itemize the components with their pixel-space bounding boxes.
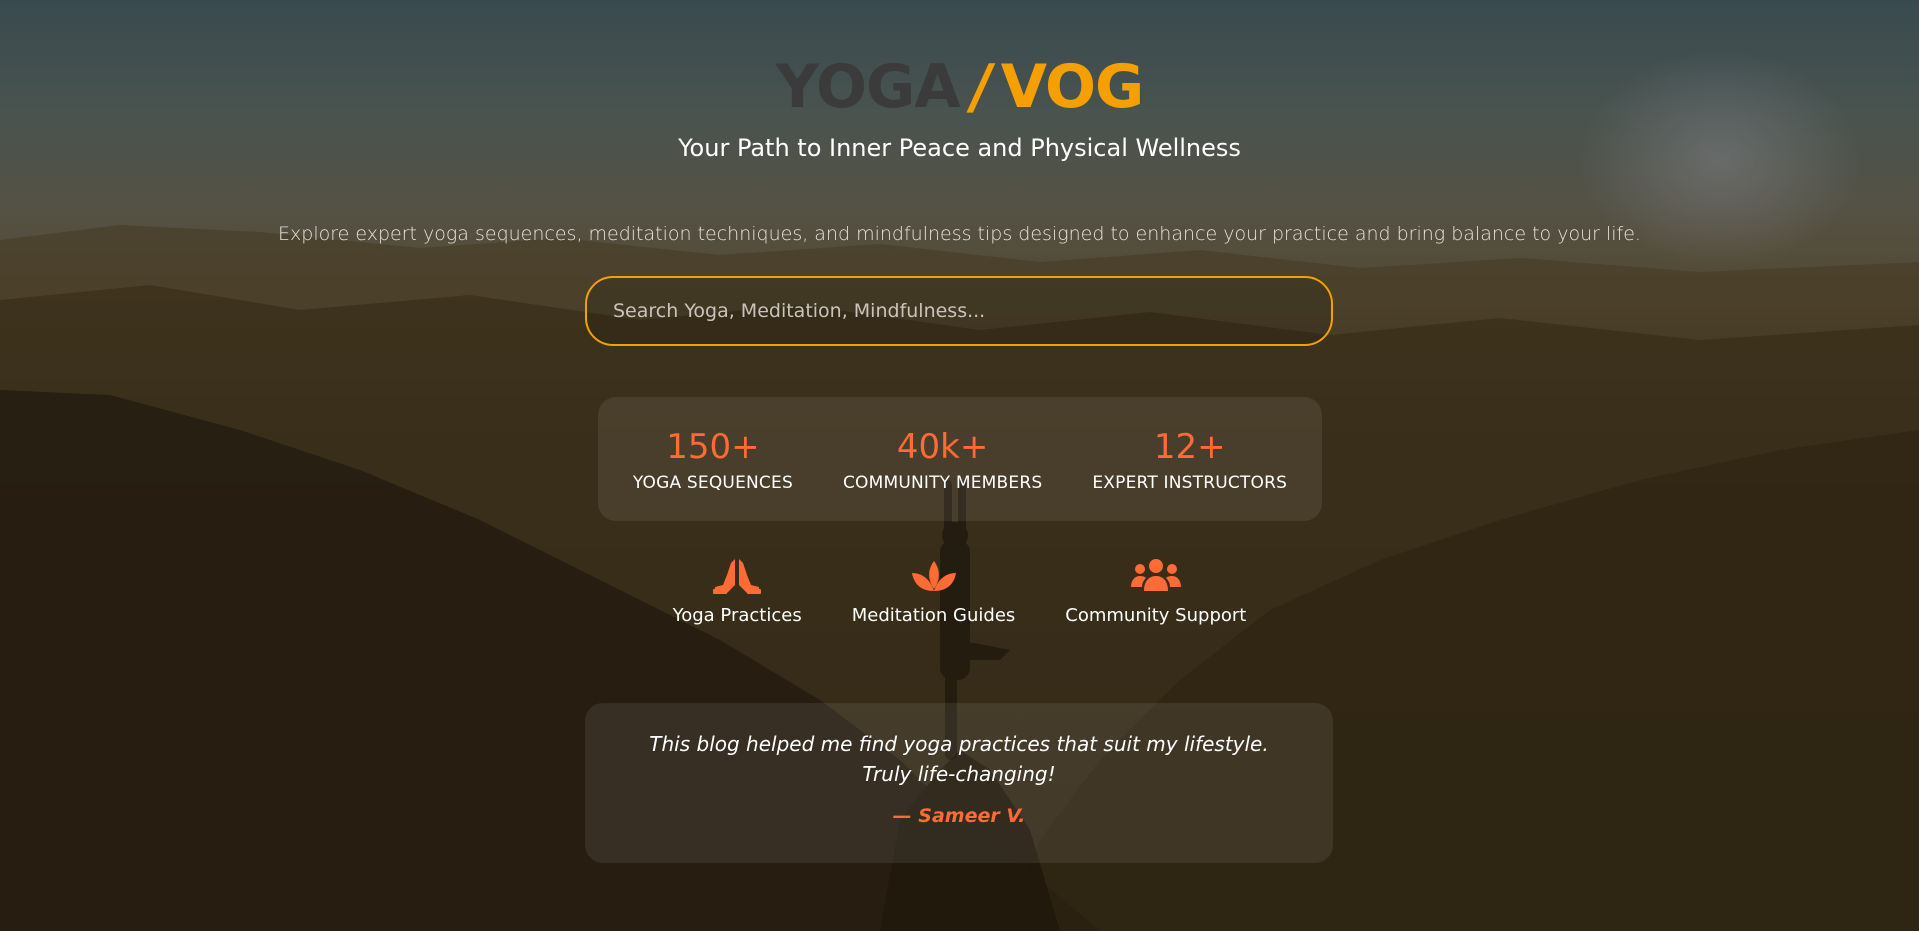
logo-right-text: VOG: [1000, 52, 1145, 122]
lotus-icon: [852, 555, 1016, 595]
feature-meditation-guides[interactable]: Meditation Guides: [851, 555, 1016, 626]
search-box[interactable]: [585, 276, 1333, 346]
stat-label: EXPERT INSTRUCTORS: [1092, 473, 1288, 493]
stat-label: COMMUNITY MEMBERS: [842, 473, 1043, 493]
stat-expert-instructors: 12+ EXPERT INSTRUCTORS: [1092, 425, 1287, 493]
feature-label: Yoga Practices: [672, 605, 802, 626]
testimonial-author: — Sameer V.: [892, 805, 1026, 827]
stat-number: 150+: [666, 427, 760, 467]
users-icon: [1065, 555, 1246, 595]
page-subtitle: Your Path to Inner Peace and Physical We…: [678, 134, 1241, 162]
stat-number: 12+: [1153, 427, 1226, 467]
logo-slash: /: [964, 52, 996, 122]
site-logo[interactable]: YOGA/VOG: [0, 48, 1919, 126]
testimonial-quote: This blog helped me find yoga practices …: [649, 732, 1269, 786]
stats-panel: 150+ YOGA SEQUENCES 40k+ COMMUNITY MEMBE…: [598, 397, 1322, 521]
feature-label: Meditation Guides: [851, 605, 1016, 626]
praying-hands-icon: [673, 555, 802, 595]
hero-section: YOGA/VOG Your Path to Inner Peace and Ph…: [0, 0, 1919, 931]
feature-label: Community Support: [1065, 605, 1247, 626]
stat-yoga-sequences: 150+ YOGA SEQUENCES: [633, 425, 793, 493]
testimonial-card: This blog helped me find yoga practices …: [585, 703, 1333, 863]
page-description: Explore expert yoga sequences, meditatio…: [278, 223, 1641, 245]
search-input[interactable]: [587, 278, 1331, 344]
logo-left-text: YOGA: [775, 52, 961, 122]
feature-community-support[interactable]: Community Support: [1065, 555, 1246, 626]
stat-number: 40k+: [896, 427, 989, 467]
features-row: Yoga Practices Meditation Guides Communi…: [0, 555, 1919, 626]
feature-yoga-practices[interactable]: Yoga Practices: [673, 555, 802, 626]
stat-label: YOGA SEQUENCES: [632, 473, 793, 493]
stat-community-members: 40k+ COMMUNITY MEMBERS: [843, 425, 1042, 493]
